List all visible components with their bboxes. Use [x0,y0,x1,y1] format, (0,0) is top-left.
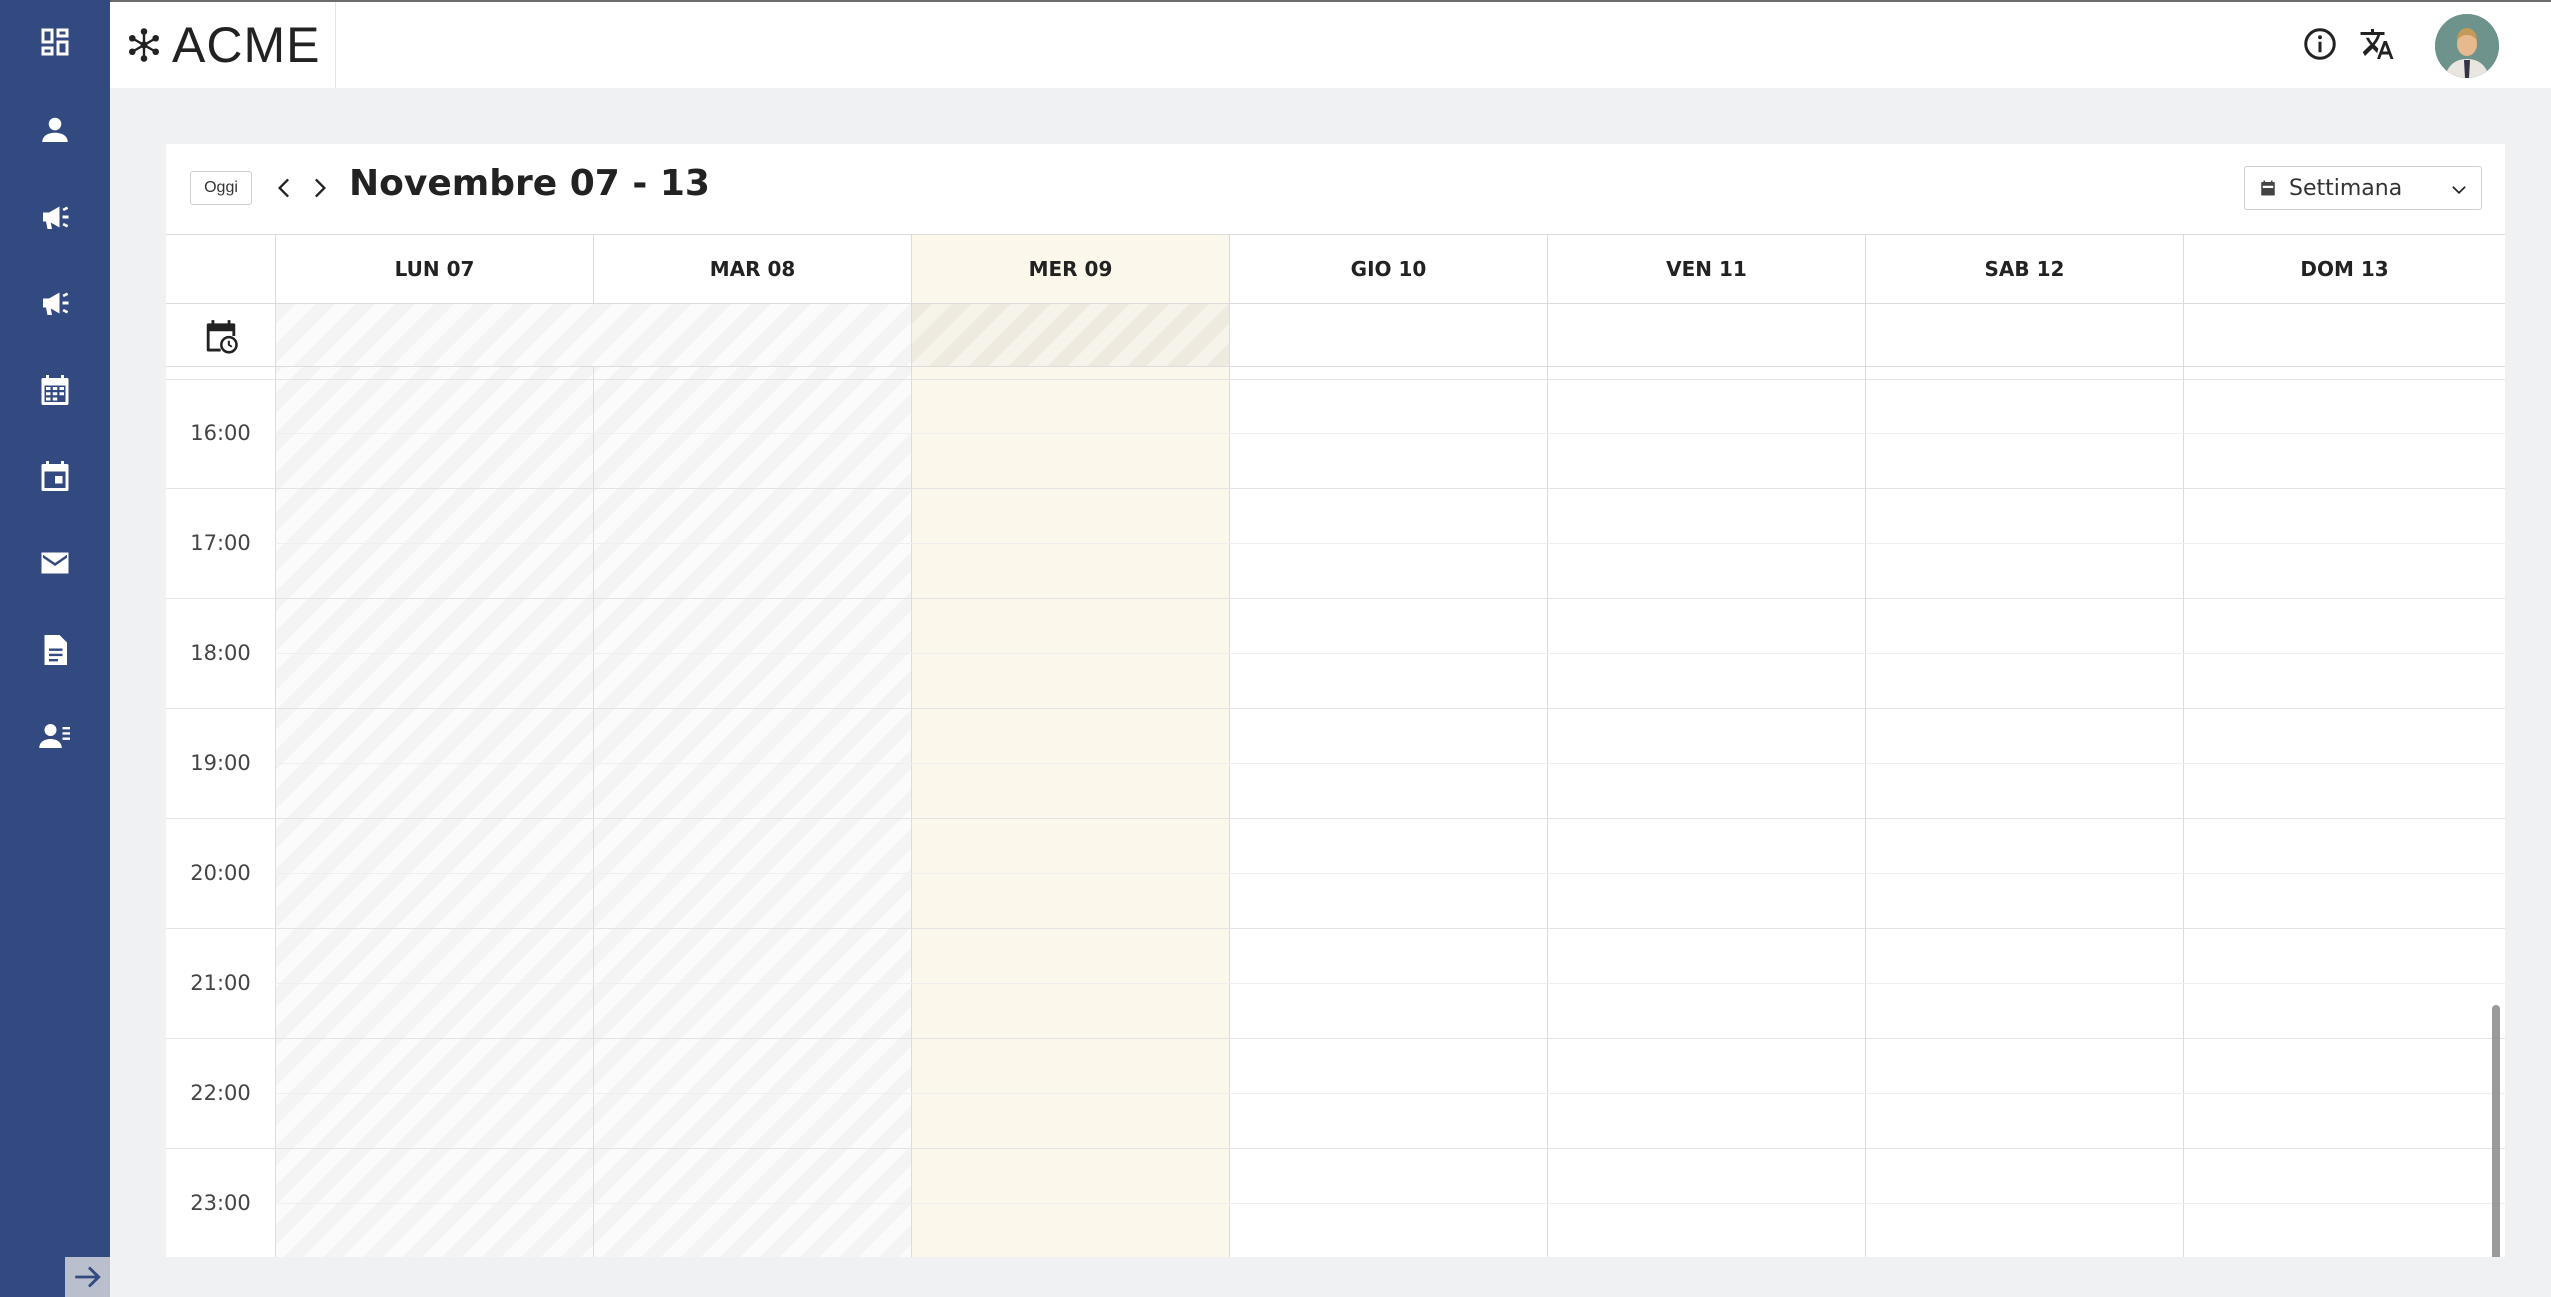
day-column-lun[interactable] [275,235,593,1257]
divider [1229,304,1230,366]
chevron-right-icon [315,178,326,198]
sidebar-item-event[interactable] [0,446,110,506]
sidebar-item-contacts[interactable] [0,706,110,766]
divider [1547,304,1548,366]
megaphone-icon [43,292,69,315]
time-label-22: 22:00 [190,1081,251,1105]
calendar-card: Oggi Novembre 07 - 13 Settimana LUN 07 M… [166,144,2505,1257]
calendar-event-icon [41,461,69,491]
day-header-lun: LUN 07 [275,235,593,303]
grid-scrollbar[interactable] [2492,1005,2500,1257]
divider [275,543,2505,544]
calendar-clock-icon [206,320,238,354]
all-day-row [166,303,2505,367]
arrow-right-icon [74,1266,101,1288]
next-week-button[interactable] [304,170,334,206]
day-header-mer: MER 09 [911,235,1229,303]
week-grid: LUN 07 MAR 08 MER 09 GIO 10 VEN 11 SAB 1… [166,234,2505,1257]
translate-icon [2360,29,2394,59]
calendar-toolbar: Oggi Novembre 07 - 13 Settimana [166,144,2505,234]
view-select[interactable]: Settimana [2244,166,2482,210]
divider [275,1093,2505,1094]
user-avatar[interactable] [2435,14,2499,78]
mail-icon [41,552,69,574]
avatar-portrait-icon [2435,14,2499,78]
day-column-ven[interactable] [1547,235,1865,1257]
time-label-21: 21:00 [190,971,251,995]
time-label-23: 23:00 [190,1191,251,1215]
time-label-18: 18:00 [190,641,251,665]
sidebar [0,0,110,1297]
sidebar-collapse-button[interactable] [65,1257,110,1297]
document-icon [44,635,67,665]
today-button[interactable]: Oggi [190,171,252,205]
divider [1865,304,1866,366]
all-day-cell-future[interactable] [1229,304,2505,366]
day-column-dom[interactable] [2183,235,2505,1257]
brand-logo[interactable]: ACME [110,2,336,88]
previous-week-button[interactable] [270,170,300,206]
divider [166,818,2505,819]
top-bar: ACME [110,0,2551,88]
divider [275,304,276,366]
divider [166,379,2505,380]
dashboard-icon [41,28,69,56]
day-header-gio: GIO 10 [1229,235,1547,303]
sidebar-item-mail[interactable] [0,533,110,593]
sidebar-item-documents[interactable] [0,620,110,680]
sidebar-item-users[interactable] [0,100,110,160]
divider [275,433,2505,434]
sidebar-item-campaigns[interactable] [0,187,110,247]
chevron-left-icon [278,178,289,198]
brand-name: ACME [172,17,321,73]
all-day-cell-past[interactable] [275,304,911,366]
divider [275,653,2505,654]
chevron-down-icon [2452,186,2466,194]
divider [275,763,2505,764]
day-column-gio[interactable] [1229,235,1547,1257]
day-header-sab: SAB 12 [1865,235,2183,303]
day-header-dom: DOM 13 [2183,235,2505,303]
divider [166,488,2505,489]
info-button[interactable] [2300,24,2340,64]
day-column-mer[interactable] [911,235,1229,1257]
sidebar-item-calendar[interactable] [0,360,110,420]
calendar-grid-icon [41,375,69,405]
megaphone-icon [43,206,69,229]
language-button[interactable] [2357,24,2397,64]
person-icon [42,117,68,142]
divider [166,1148,2505,1149]
sidebar-item-dashboard[interactable] [0,12,110,72]
divider [166,708,2505,709]
divider [275,1203,2505,1204]
day-header-mar: MAR 08 [593,235,911,303]
time-label-19: 19:00 [190,751,251,775]
molecule-icon [129,28,159,62]
divider [275,873,2505,874]
info-icon [2304,28,2336,60]
time-label-20: 20:00 [190,861,251,885]
day-column-sab[interactable] [1865,235,2183,1257]
divider [166,928,2505,929]
divider [166,598,2505,599]
view-select-value: Settimana [2289,175,2403,201]
divider [2183,304,2184,366]
divider [275,983,2505,984]
day-header-ven: VEN 11 [1547,235,1865,303]
contacts-icon [39,724,70,748]
time-label-17: 17:00 [190,531,251,555]
day-column-mar[interactable] [593,235,911,1257]
time-label-16: 16:00 [190,421,251,445]
date-range-title: Novembre 07 - 13 [349,163,710,204]
divider [166,1038,2505,1039]
sidebar-item-campaigns-alt[interactable] [0,273,110,333]
calendar-icon [2261,180,2275,196]
all-day-cell-today[interactable] [911,304,1229,366]
